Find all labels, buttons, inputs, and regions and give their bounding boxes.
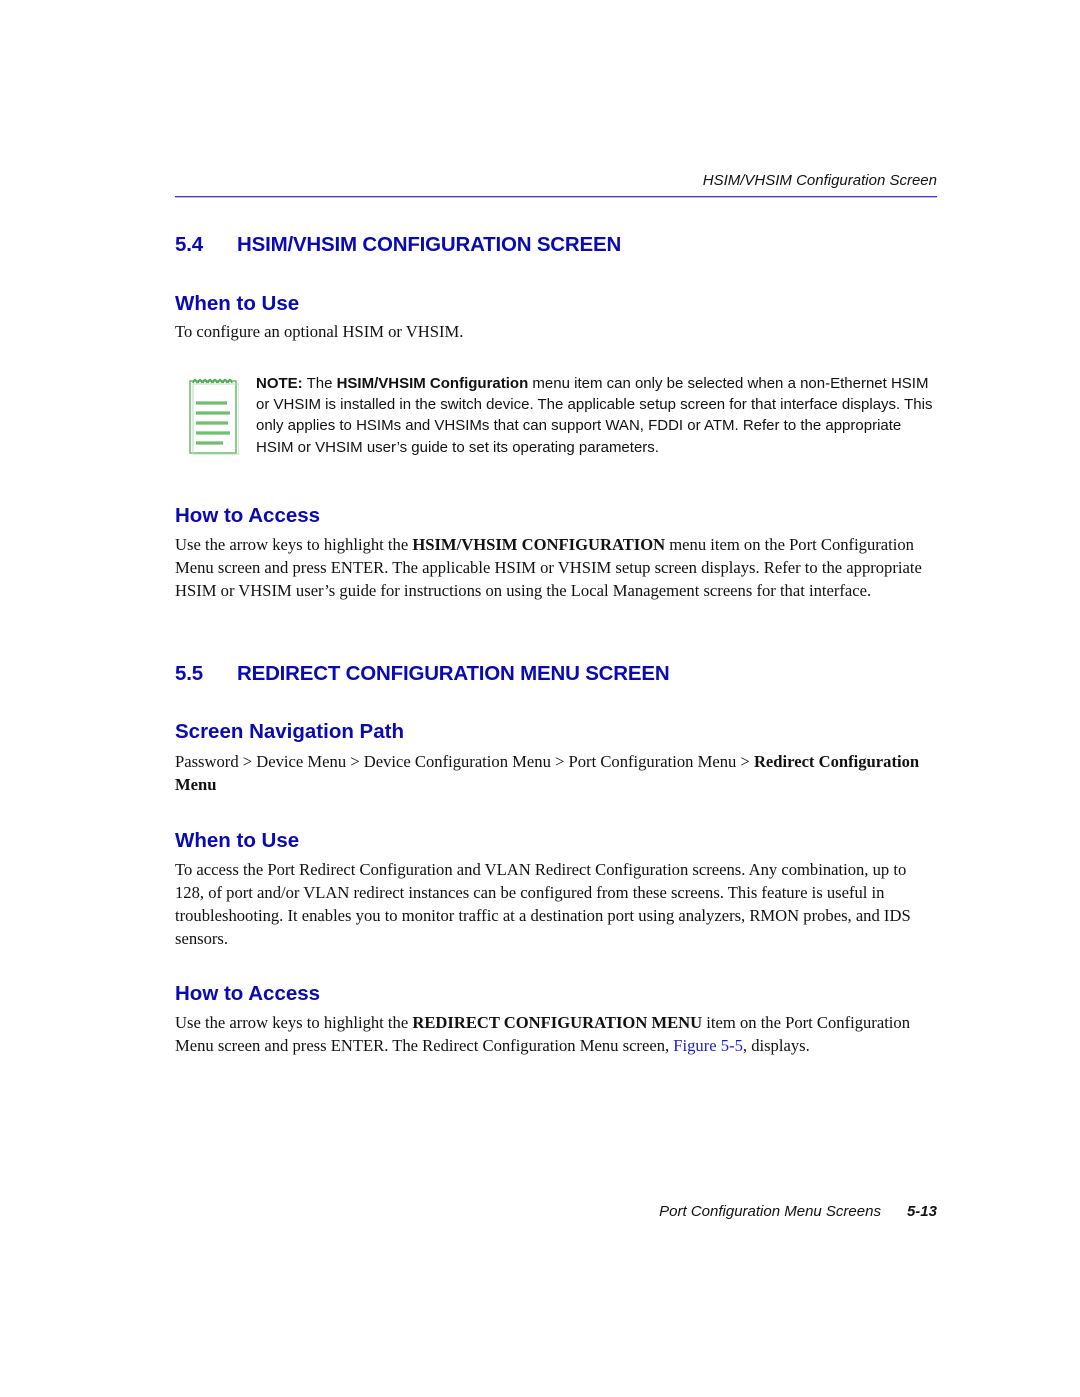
note-bold-term: HSIM/VHSIM Configuration [336, 375, 529, 392]
how-to-access-post: , displays. [742, 1036, 810, 1055]
navigation-path-plain: Password > Device Menu > Device Configur… [175, 752, 754, 771]
when-to-use-text: To configure an optional HSIM or VHSIM. [175, 322, 464, 341]
section-heading-5-5: 5.5 REDIRECT CONFIGURATION MENU SCREEN [175, 662, 670, 686]
running-footer: Port Configuration Menu Screens 5-13 [659, 1203, 937, 1220]
how-to-access-text: Use the arrow keys to highlight the HSIM… [175, 533, 937, 602]
how-to-access-pre: Use the arrow keys to highlight the [175, 535, 413, 554]
screen-navigation-path-text: Password > Device Menu > Device Configur… [175, 750, 937, 796]
when-to-use-heading: When to Use [175, 292, 300, 315]
section-heading-5-4: 5.4 HSIM/VHSIM CONFIGURATION SCREEN [175, 233, 621, 257]
screen-navigation-path-heading: Screen Navigation Path [175, 720, 404, 743]
figure-5-5-link[interactable]: Figure 5-5 [673, 1036, 743, 1055]
when-to-use-heading: When to Use [175, 829, 300, 852]
note-text: NOTE: The HSIM/VHSIM Configuration menu … [256, 373, 940, 458]
notepad-icon [189, 378, 239, 455]
page-number: 5-13 [906, 1203, 937, 1220]
running-header: HSIM/VHSIM Configuration Screen [702, 172, 937, 189]
when-to-use-text: To access the Port Redirect Configuratio… [175, 860, 911, 948]
note-text-pre: The [302, 375, 337, 392]
section-number: 5.4 [175, 233, 203, 256]
how-to-access-pre: Use the arrow keys to highlight the [175, 1013, 413, 1032]
how-to-access-text: Use the arrow keys to highlight the REDI… [175, 1011, 937, 1057]
how-to-access-heading: How to Access [175, 982, 321, 1005]
section-title: HSIM/VHSIM CONFIGURATION SCREEN [237, 233, 622, 256]
section-number: 5.5 [175, 662, 203, 685]
how-to-access-heading: How to Access [175, 504, 321, 527]
footer-chapter-title: Port Configuration Menu Screens [659, 1203, 881, 1220]
header-rule [175, 196, 937, 197]
how-to-access-bold-term: HSIM/VHSIM CONFIGURATION [412, 535, 666, 554]
how-to-access-bold-term: REDIRECT CONFIGURATION MENU [412, 1013, 703, 1032]
section-title: REDIRECT CONFIGURATION MENU SCREEN [237, 662, 670, 685]
note-label: NOTE: [256, 375, 303, 392]
